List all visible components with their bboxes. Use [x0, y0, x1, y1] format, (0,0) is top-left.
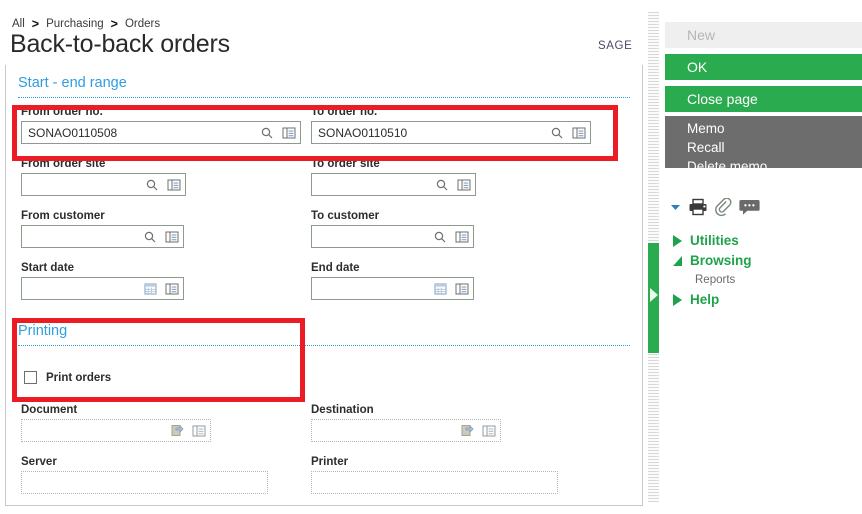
search-icon[interactable] — [546, 127, 568, 139]
label-to-order-site: To order site — [311, 158, 380, 170]
label-to-order-no: To order no. — [311, 106, 378, 118]
form-panel: Start - end range From order no. SONAO01… — [5, 65, 643, 506]
lookup-list-icon[interactable] — [453, 179, 475, 191]
selection-icon[interactable] — [166, 424, 188, 437]
selection-icon[interactable] — [456, 424, 478, 437]
search-icon[interactable] — [429, 231, 451, 243]
chevron-down-expanded-icon — [673, 255, 682, 266]
search-icon[interactable] — [256, 127, 278, 139]
input-to-customer[interactable] — [311, 225, 474, 248]
breadcrumb-separator-icon: > — [31, 16, 40, 31]
label-destination: Destination — [311, 404, 374, 416]
label-printer: Printer — [311, 456, 349, 468]
search-icon[interactable] — [141, 179, 163, 191]
search-icon[interactable] — [139, 231, 161, 243]
label-server: Server — [21, 456, 57, 468]
sidebar-item-browsing[interactable]: Browsing — [673, 253, 752, 268]
memo-menu-item-memo[interactable]: Memo — [687, 121, 725, 136]
calendar-icon[interactable] — [429, 282, 451, 295]
lookup-list-icon[interactable] — [451, 283, 473, 295]
sidebar-item-utilities-label: Utilities — [690, 233, 739, 248]
lookup-list-icon[interactable] — [478, 425, 500, 437]
memo-menu-block: Memo Recall Delete memo — [665, 116, 862, 174]
scrollbar-arrow-icon[interactable] — [650, 288, 658, 302]
tool-icon-row — [670, 194, 860, 220]
lookup-list-icon[interactable] — [188, 425, 210, 437]
memo-menu-item-delete-memo[interactable]: Delete memo — [687, 159, 767, 174]
chevron-right-icon — [673, 234, 682, 247]
input-from-customer[interactable] — [21, 225, 184, 248]
input-to-order-site[interactable] — [311, 173, 476, 196]
sidebar-item-help[interactable]: Help — [673, 292, 719, 307]
label-end-date: End date — [311, 262, 360, 274]
memo-menu-item-recall[interactable]: Recall — [687, 140, 725, 155]
input-document[interactable] — [21, 419, 211, 442]
section-heading-printing: Printing — [18, 323, 68, 339]
section-heading-start-end-range: Start - end range — [18, 75, 127, 91]
label-to-customer: To customer — [311, 210, 380, 222]
input-to-order-no-value: SONAO0110510 — [318, 125, 408, 140]
ok-button[interactable]: OK — [665, 54, 862, 80]
input-printer[interactable] — [311, 471, 558, 494]
section-divider — [18, 345, 630, 346]
label-start-date: Start date — [21, 262, 75, 274]
breadcrumb-item-orders[interactable]: Orders — [125, 18, 160, 30]
main-content-region: All > Purchasing > Orders Back-to-back o… — [0, 0, 646, 514]
label-document: Document — [21, 404, 78, 416]
label-from-order-no: From order no. — [21, 106, 103, 118]
label-from-order-site: From order site — [21, 158, 106, 170]
checkbox-print-orders-box[interactable] — [24, 371, 37, 384]
attachment-icon[interactable] — [715, 197, 732, 217]
comment-icon[interactable] — [739, 198, 760, 216]
input-to-order-no[interactable]: SONAO0110510 — [311, 121, 591, 144]
page-title: Back-to-back orders — [10, 30, 230, 58]
input-start-date[interactable] — [21, 277, 184, 300]
section-divider — [18, 97, 630, 98]
sidebar-item-utilities[interactable]: Utilities — [673, 233, 739, 248]
checkbox-print-orders-label: Print orders — [46, 371, 112, 384]
printer-icon[interactable] — [688, 198, 708, 216]
lookup-list-icon[interactable] — [568, 127, 590, 139]
breadcrumb-separator-icon: > — [110, 16, 118, 31]
input-from-order-site[interactable] — [21, 173, 186, 196]
lookup-list-icon[interactable] — [278, 127, 300, 139]
search-icon[interactable] — [431, 179, 453, 191]
lookup-list-icon[interactable] — [161, 231, 183, 243]
sage-logo: SAGE — [598, 40, 633, 52]
checkbox-print-orders[interactable]: Print orders — [24, 371, 111, 384]
sidebar-item-help-label: Help — [690, 292, 720, 307]
label-from-customer: From customer — [21, 210, 105, 222]
chevron-right-icon — [673, 293, 682, 306]
input-destination[interactable] — [311, 419, 501, 442]
new-button[interactable]: New — [665, 22, 862, 48]
lookup-list-icon[interactable] — [161, 283, 183, 295]
close-page-button[interactable]: Close page — [665, 86, 862, 112]
sidebar-item-browsing-label: Browsing — [690, 253, 752, 268]
input-end-date[interactable] — [311, 277, 474, 300]
calendar-icon[interactable] — [139, 282, 161, 295]
input-from-order-no[interactable]: SONAO0110508 — [21, 121, 301, 144]
lookup-list-icon[interactable] — [163, 179, 185, 191]
breadcrumb-item-purchasing[interactable]: Purchasing — [46, 18, 104, 30]
input-server[interactable] — [21, 471, 268, 494]
chevron-down-icon[interactable] — [670, 203, 681, 212]
input-from-order-no-value: SONAO0110508 — [28, 125, 118, 140]
breadcrumb-item-all[interactable]: All — [12, 18, 25, 30]
lookup-list-icon[interactable] — [451, 231, 473, 243]
right-action-panel: New OK Close page Memo Recall Delete mem… — [665, 0, 862, 514]
sidebar-subitem-reports[interactable]: Reports — [695, 274, 735, 286]
